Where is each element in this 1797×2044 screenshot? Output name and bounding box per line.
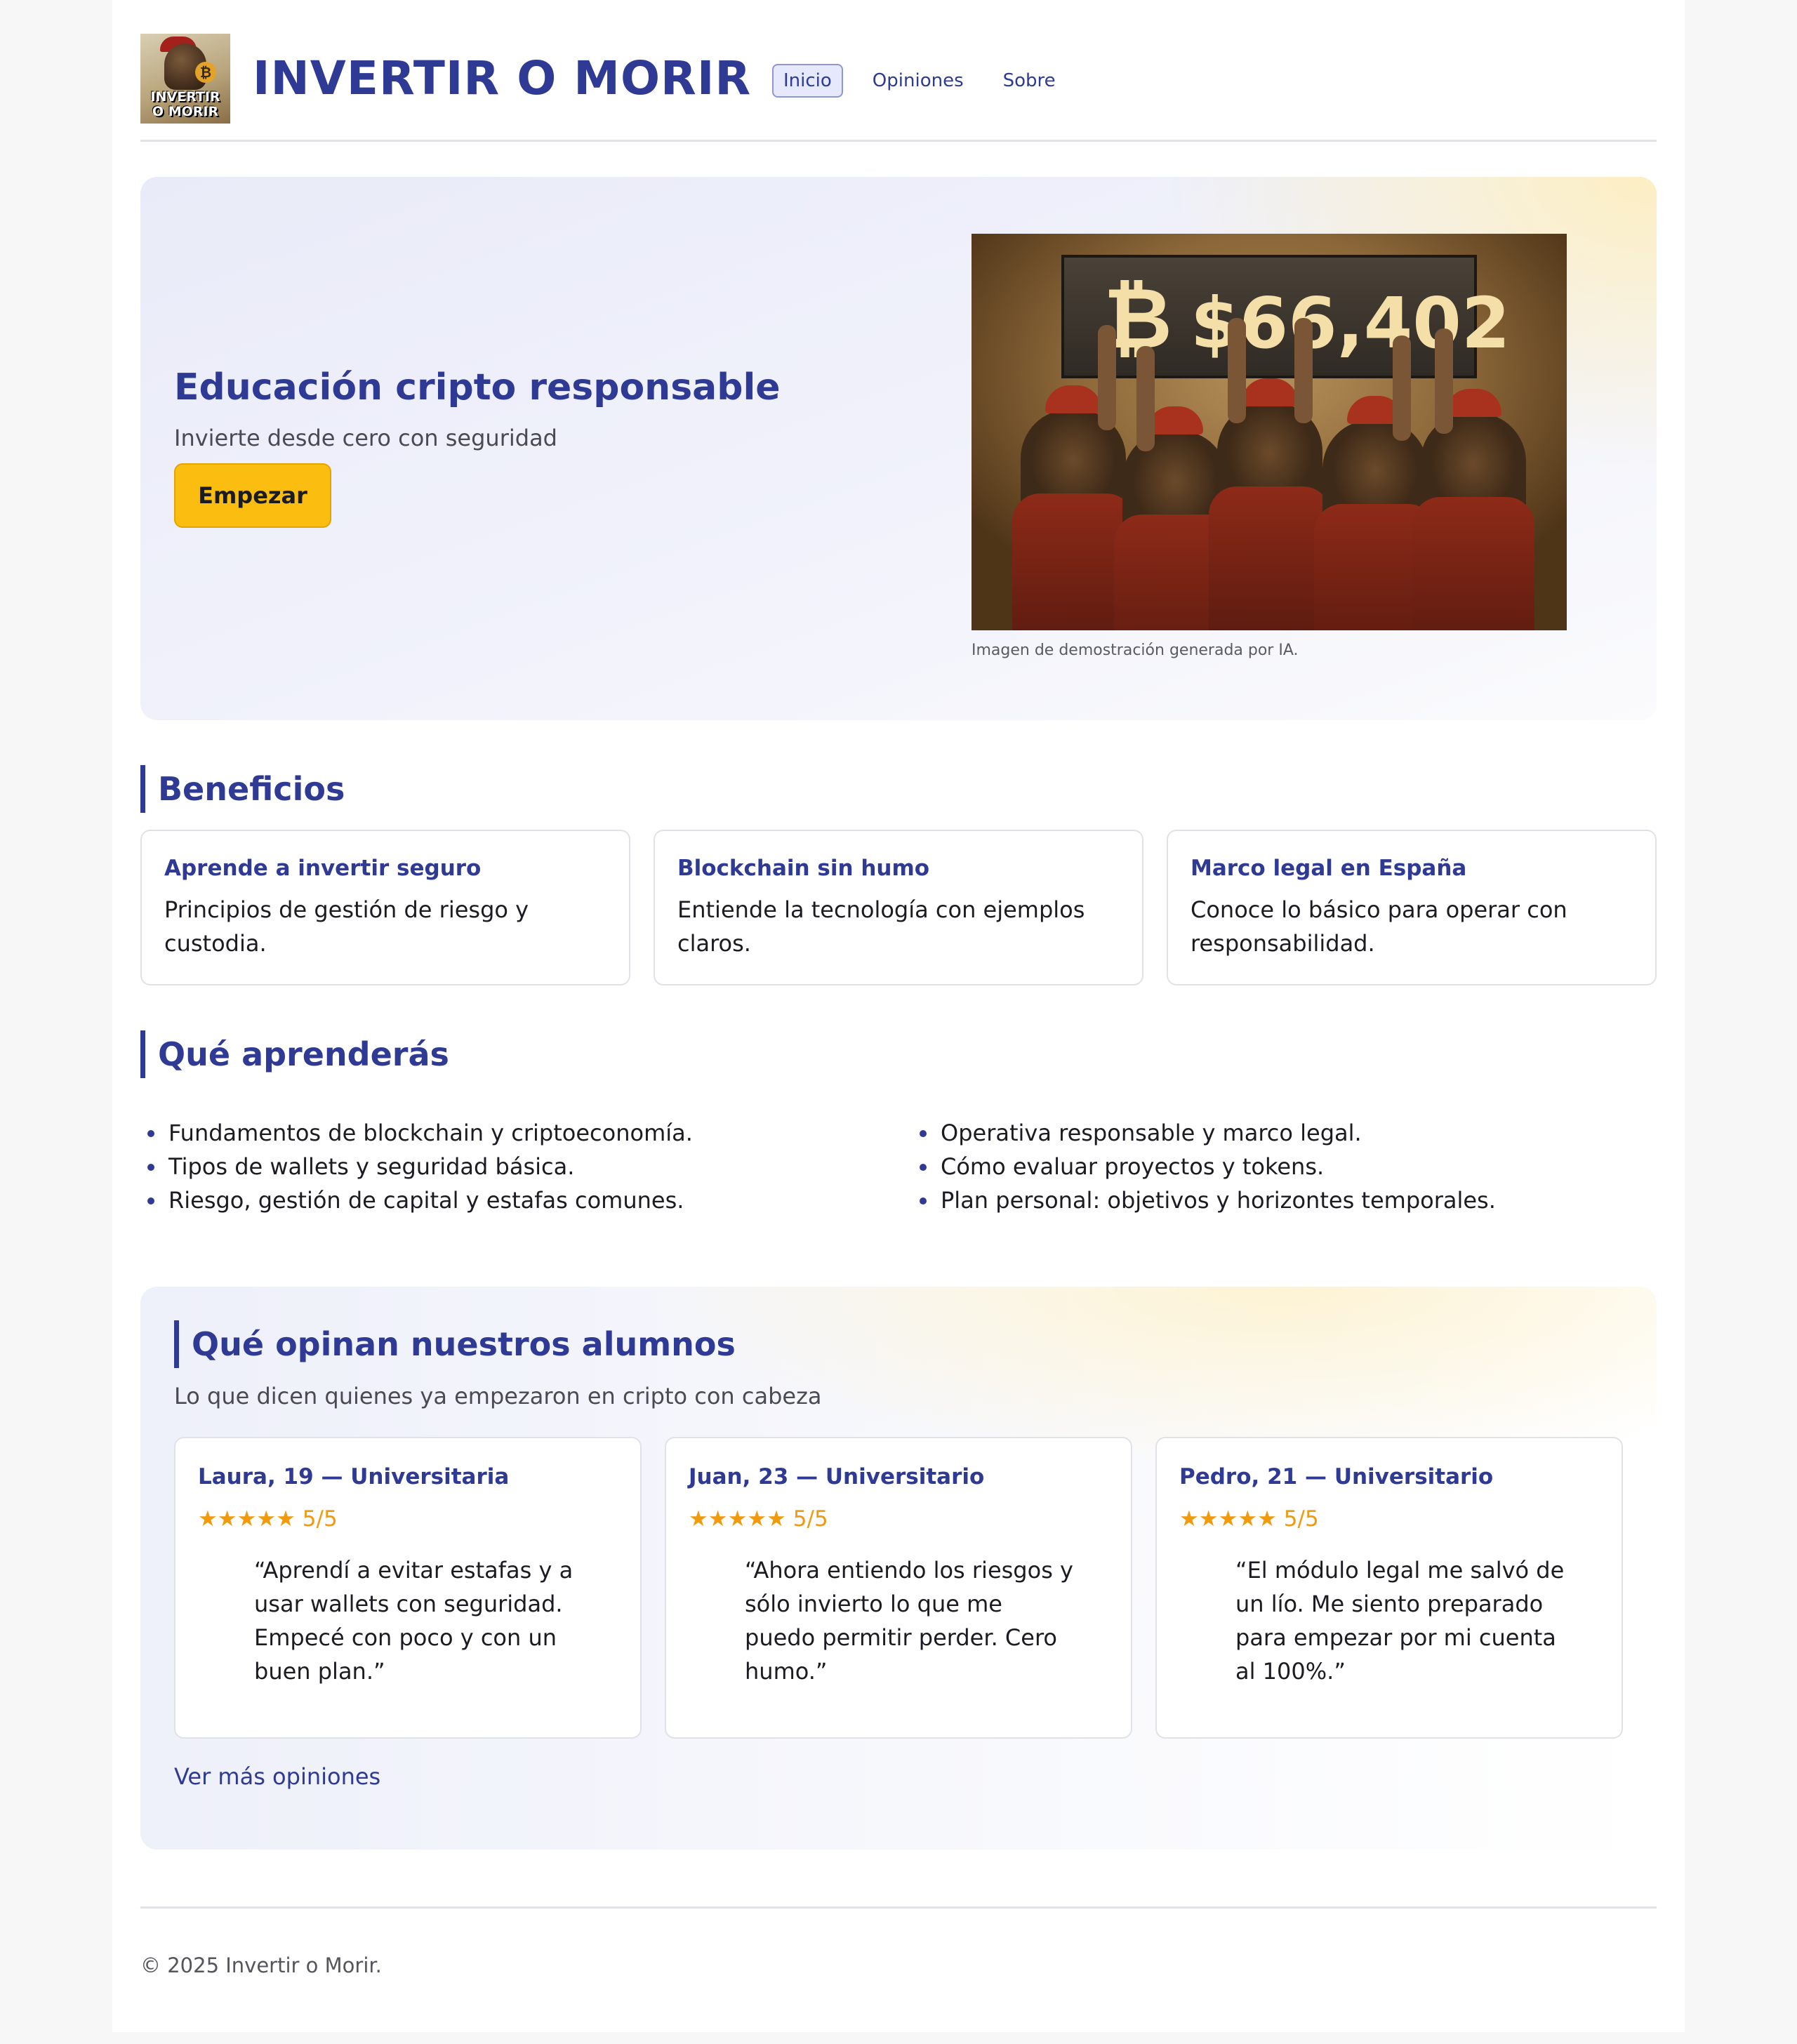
benefit-text: Entiende la tecnología con ejemplos clar… — [677, 896, 1085, 957]
price-sign: ₿ $66,402 — [1061, 255, 1510, 378]
site-logo[interactable]: ₿ INVERTIR O MORIR — [140, 34, 230, 124]
list-item: Plan personal: objetivos y horizontes te… — [920, 1183, 1496, 1217]
testimonial-card: Juan, 23 — Universitario ★★★★★ 5/5 “Ahor… — [665, 1437, 1132, 1739]
benefit-title: Blockchain sin humo — [677, 856, 930, 881]
hero-image: ₿ $66,402 — [972, 234, 1567, 630]
testimonial-author: Juan, 23 — Universitario — [689, 1464, 985, 1489]
testimonial-quote: “Ahora entiendo los riesgos y sólo invie… — [745, 1557, 1073, 1685]
hero-subtitle: Invierte desde cero con seguridad — [174, 425, 557, 451]
star-rating: ★★★★★ 5/5 — [1179, 1506, 1319, 1532]
soldier-figure — [1209, 318, 1331, 630]
soldier-figure — [1012, 325, 1134, 630]
testimonial-quote: “El módulo legal me salvó de un lío. Me … — [1235, 1557, 1565, 1685]
testimonials-section: Qué opinan nuestros alumnos Lo que dicen… — [140, 1287, 1657, 1850]
benefit-card: Marco legal en España Conoce lo básico p… — [1167, 830, 1657, 985]
testimonial-quote: “Aprendí a evitar estafas y a usar walle… — [254, 1557, 573, 1685]
page: ₿ INVERTIR O MORIR INVERTIR O MORIR Inic… — [112, 0, 1685, 2032]
list-item: Fundamentos de blockchain y criptoeconom… — [147, 1116, 693, 1150]
learn-heading: Qué aprenderás — [140, 1030, 449, 1078]
testimonial-author: Pedro, 21 — Universitario — [1179, 1464, 1494, 1489]
footer-divider — [140, 1906, 1657, 1909]
benefit-card: Blockchain sin humo Entiende la tecnolog… — [654, 830, 1143, 985]
benefit-title: Aprende a invertir seguro — [164, 856, 482, 881]
nav-link-opiniones[interactable]: Opiniones — [863, 65, 974, 96]
star-rating: ★★★★★ 5/5 — [689, 1506, 828, 1532]
nav-link-inicio[interactable]: Inicio — [772, 64, 843, 98]
bitcoin-coin-icon: ₿ — [195, 62, 216, 83]
list-item: Riesgo, gestión de capital y estafas com… — [147, 1183, 693, 1217]
soldier-figure — [1412, 328, 1534, 630]
learn-list-left: Fundamentos de blockchain y criptoeconom… — [140, 1116, 693, 1217]
benefits-grid: Aprende a invertir seguro Principios de … — [140, 830, 1657, 985]
star-rating: ★★★★★ 5/5 — [198, 1506, 338, 1532]
testimonial-author: Laura, 19 — Universitaria — [198, 1464, 510, 1489]
list-item: Tipos de wallets y seguridad básica. — [147, 1150, 693, 1183]
benefit-text: Conoce lo básico para operar con respons… — [1191, 896, 1567, 957]
start-button[interactable]: Empezar — [174, 463, 331, 528]
testimonial-card: Pedro, 21 — Universitario ★★★★★ 5/5 “El … — [1155, 1437, 1623, 1739]
testimonials-heading: Qué opinan nuestros alumnos — [174, 1320, 736, 1368]
benefit-card: Aprende a invertir seguro Principios de … — [140, 830, 630, 985]
site-title[interactable]: INVERTIR O MORIR — [253, 49, 751, 108]
learn-list-right: Operativa responsable y marco legal. Cóm… — [913, 1116, 1496, 1217]
testimonial-card: Laura, 19 — Universitaria ★★★★★ 5/5 “Apr… — [174, 1437, 642, 1739]
benefits-heading: Beneficios — [140, 765, 345, 813]
footer-copyright: © 2025 Invertir o Morir. — [140, 1953, 382, 1977]
main-nav: Inicio Opiniones Sobre — [772, 64, 1085, 98]
nav-link-sobre[interactable]: Sobre — [993, 65, 1066, 96]
hero-section: Educación cripto responsable Invierte de… — [140, 177, 1657, 720]
testimonials-lead: Lo que dicen quienes ya empezaron en cri… — [174, 1383, 822, 1409]
logo-text: INVERTIR O MORIR — [150, 89, 220, 119]
hero-image-caption: Imagen de demostración generada por IA. — [972, 642, 1299, 659]
header-divider — [140, 140, 1657, 142]
list-item: Operativa responsable y marco legal. — [920, 1116, 1496, 1150]
benefit-title: Marco legal en España — [1191, 856, 1467, 881]
benefit-text: Principios de gestión de riesgo y custod… — [164, 896, 529, 957]
list-item: Cómo evaluar proyectos y tokens. — [920, 1150, 1496, 1183]
site-header: ₿ INVERTIR O MORIR INVERTIR O MORIR Inic… — [140, 34, 1657, 124]
more-opinions-link[interactable]: Ver más opiniones — [174, 1761, 380, 1792]
hero-title: Educación cripto responsable — [174, 366, 781, 409]
